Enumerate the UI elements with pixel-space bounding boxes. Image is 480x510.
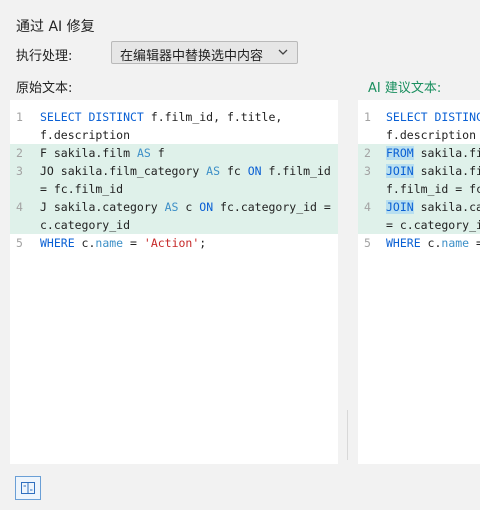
code-text: f.film_id = fc [386,180,480,198]
code-line: 1 SELECT DISTINCT f.film_id, f.title, [10,108,338,126]
code-token: 'Action' [143,236,200,250]
pane-divider[interactable] [347,410,348,460]
code-token: JOIN [386,200,414,214]
code-token: c. [420,236,442,250]
split-view-icon [21,482,35,494]
ai-fix-dialog: 通过 AI 修复 执行处理: 在编辑器中替换选中内容 原始文本: AI 建议文本… [0,0,480,510]
action-select[interactable]: 在编辑器中替换选中内容 [111,41,298,64]
line-number: 5 [16,236,23,250]
code-token: WHERE [386,236,421,250]
line-number: 2 [16,146,23,160]
code-line: 1 SELECT DISTINC [358,108,480,126]
code-token: = c.category_i [386,218,480,232]
code-text: FROM sakila.fil [386,144,480,162]
chevron-down-icon [278,49,288,55]
code-token: f.film_id = fc [386,182,480,196]
code-token: JO sakila.film_category [40,164,207,178]
code-text: f.description [386,126,476,144]
code-token: = [476,236,480,250]
code-text: J sakila.category AS c ON fc.category_id… [40,198,331,216]
code-token: ; [199,236,207,250]
code-line: f.description [10,126,338,144]
code-token: ON [199,200,214,214]
split-view-button[interactable] [15,476,41,500]
code-token: name [95,236,124,250]
code-token: f [150,146,165,160]
action-select-value: 在编辑器中替换选中内容 [120,49,264,64]
code-token: f.description [386,128,477,142]
code-token: SELECT DISTINC [386,110,480,124]
ai-text-header: AI 建议文本: [368,81,442,96]
code-text: = c.category_i [386,216,480,234]
code-line: 5 WHERE c.name = 'Action'; [10,234,338,252]
code-token: f.film_id, f.title, [143,110,283,124]
code-token: = [123,236,144,250]
code-text: SELECT DISTINCT f.film_id, f.title, [40,108,282,126]
original-code: 1 SELECT DISTINCT f.film_id, f.title, f.de… [10,108,338,252]
code-text: = fc.film_id [40,180,123,198]
code-token: AS [164,200,179,214]
code-text: WHERE c.name = 'Action'; [40,234,206,252]
line-number: 4 [16,200,23,214]
code-line: 4 J sakila.category AS c ON fc.category_i… [10,198,338,216]
code-token: JOIN [386,164,414,178]
code-line: 2 FROM sakila.fil [358,144,480,162]
line-number: 3 [16,164,23,178]
code-line: = fc.film_id [10,180,338,198]
code-line: f.film_id = fc [358,180,480,198]
ai-code-editor[interactable]: 1 SELECT DISTINC f.description 2 FROM sakila… [358,100,480,464]
code-line: 2 F sakila.film AS f [10,144,338,162]
original-text-header: 原始文本: [16,81,73,96]
code-line: 3 JO sakila.film_category AS fc ON f.film… [10,162,338,180]
code-text: JO sakila.film_category AS fc ON f.film_… [40,162,331,180]
code-token: WHERE [40,236,75,250]
code-text: f.description [40,126,130,144]
code-token: c [178,200,200,214]
code-token: fc [220,164,248,178]
ai-code: 1 SELECT DISTINC f.description 2 FROM sakila… [358,108,480,252]
code-token: F sakila.film [40,146,137,160]
code-token: fc.category_id = [213,200,331,214]
line-number: 2 [364,146,371,160]
code-text: WHERE c.name = [386,234,480,252]
action-label: 执行处理: [16,49,73,64]
code-line: 3 JOIN sakila.fi [358,162,480,180]
code-text: SELECT DISTINC [386,108,480,126]
line-number: 5 [364,236,371,250]
code-token: sakila.fi [413,164,480,178]
code-token: SELECT DISTINCT [40,110,144,124]
code-line: 5 WHERE c.name = [358,234,480,252]
code-token: AS [136,146,151,160]
code-line: = c.category_i [358,216,480,234]
code-token: c. [74,236,96,250]
original-code-editor[interactable]: 1 SELECT DISTINCT f.film_id, f.title, f.de… [10,100,338,464]
code-token: J sakila.category [40,200,165,214]
code-text: JOIN sakila.fi [386,162,480,180]
code-token: c.category_id [40,218,131,232]
line-number: 1 [364,110,371,124]
code-token: = fc.film_id [40,182,124,196]
code-line: c.category_id [10,216,338,234]
code-token: sakila.ca [413,200,480,214]
code-text: F sakila.film AS f [40,144,165,162]
code-text: c.category_id [40,216,130,234]
code-token: ON [247,164,262,178]
code-text: JOIN sakila.ca [386,198,480,216]
code-line: 4 JOIN sakila.ca [358,198,480,216]
code-token: sakila.fil [420,146,480,160]
dialog-title: 通过 AI 修复 [16,19,95,35]
code-token: f.description [40,128,131,142]
line-number: 4 [364,200,371,214]
code-token: f.film_id [261,164,331,178]
code-line: f.description [358,126,480,144]
code-token: AS [206,164,221,178]
code-token: name [441,236,470,250]
code-token: FROM [386,146,414,160]
line-number: 3 [364,164,371,178]
line-number: 1 [16,110,23,124]
